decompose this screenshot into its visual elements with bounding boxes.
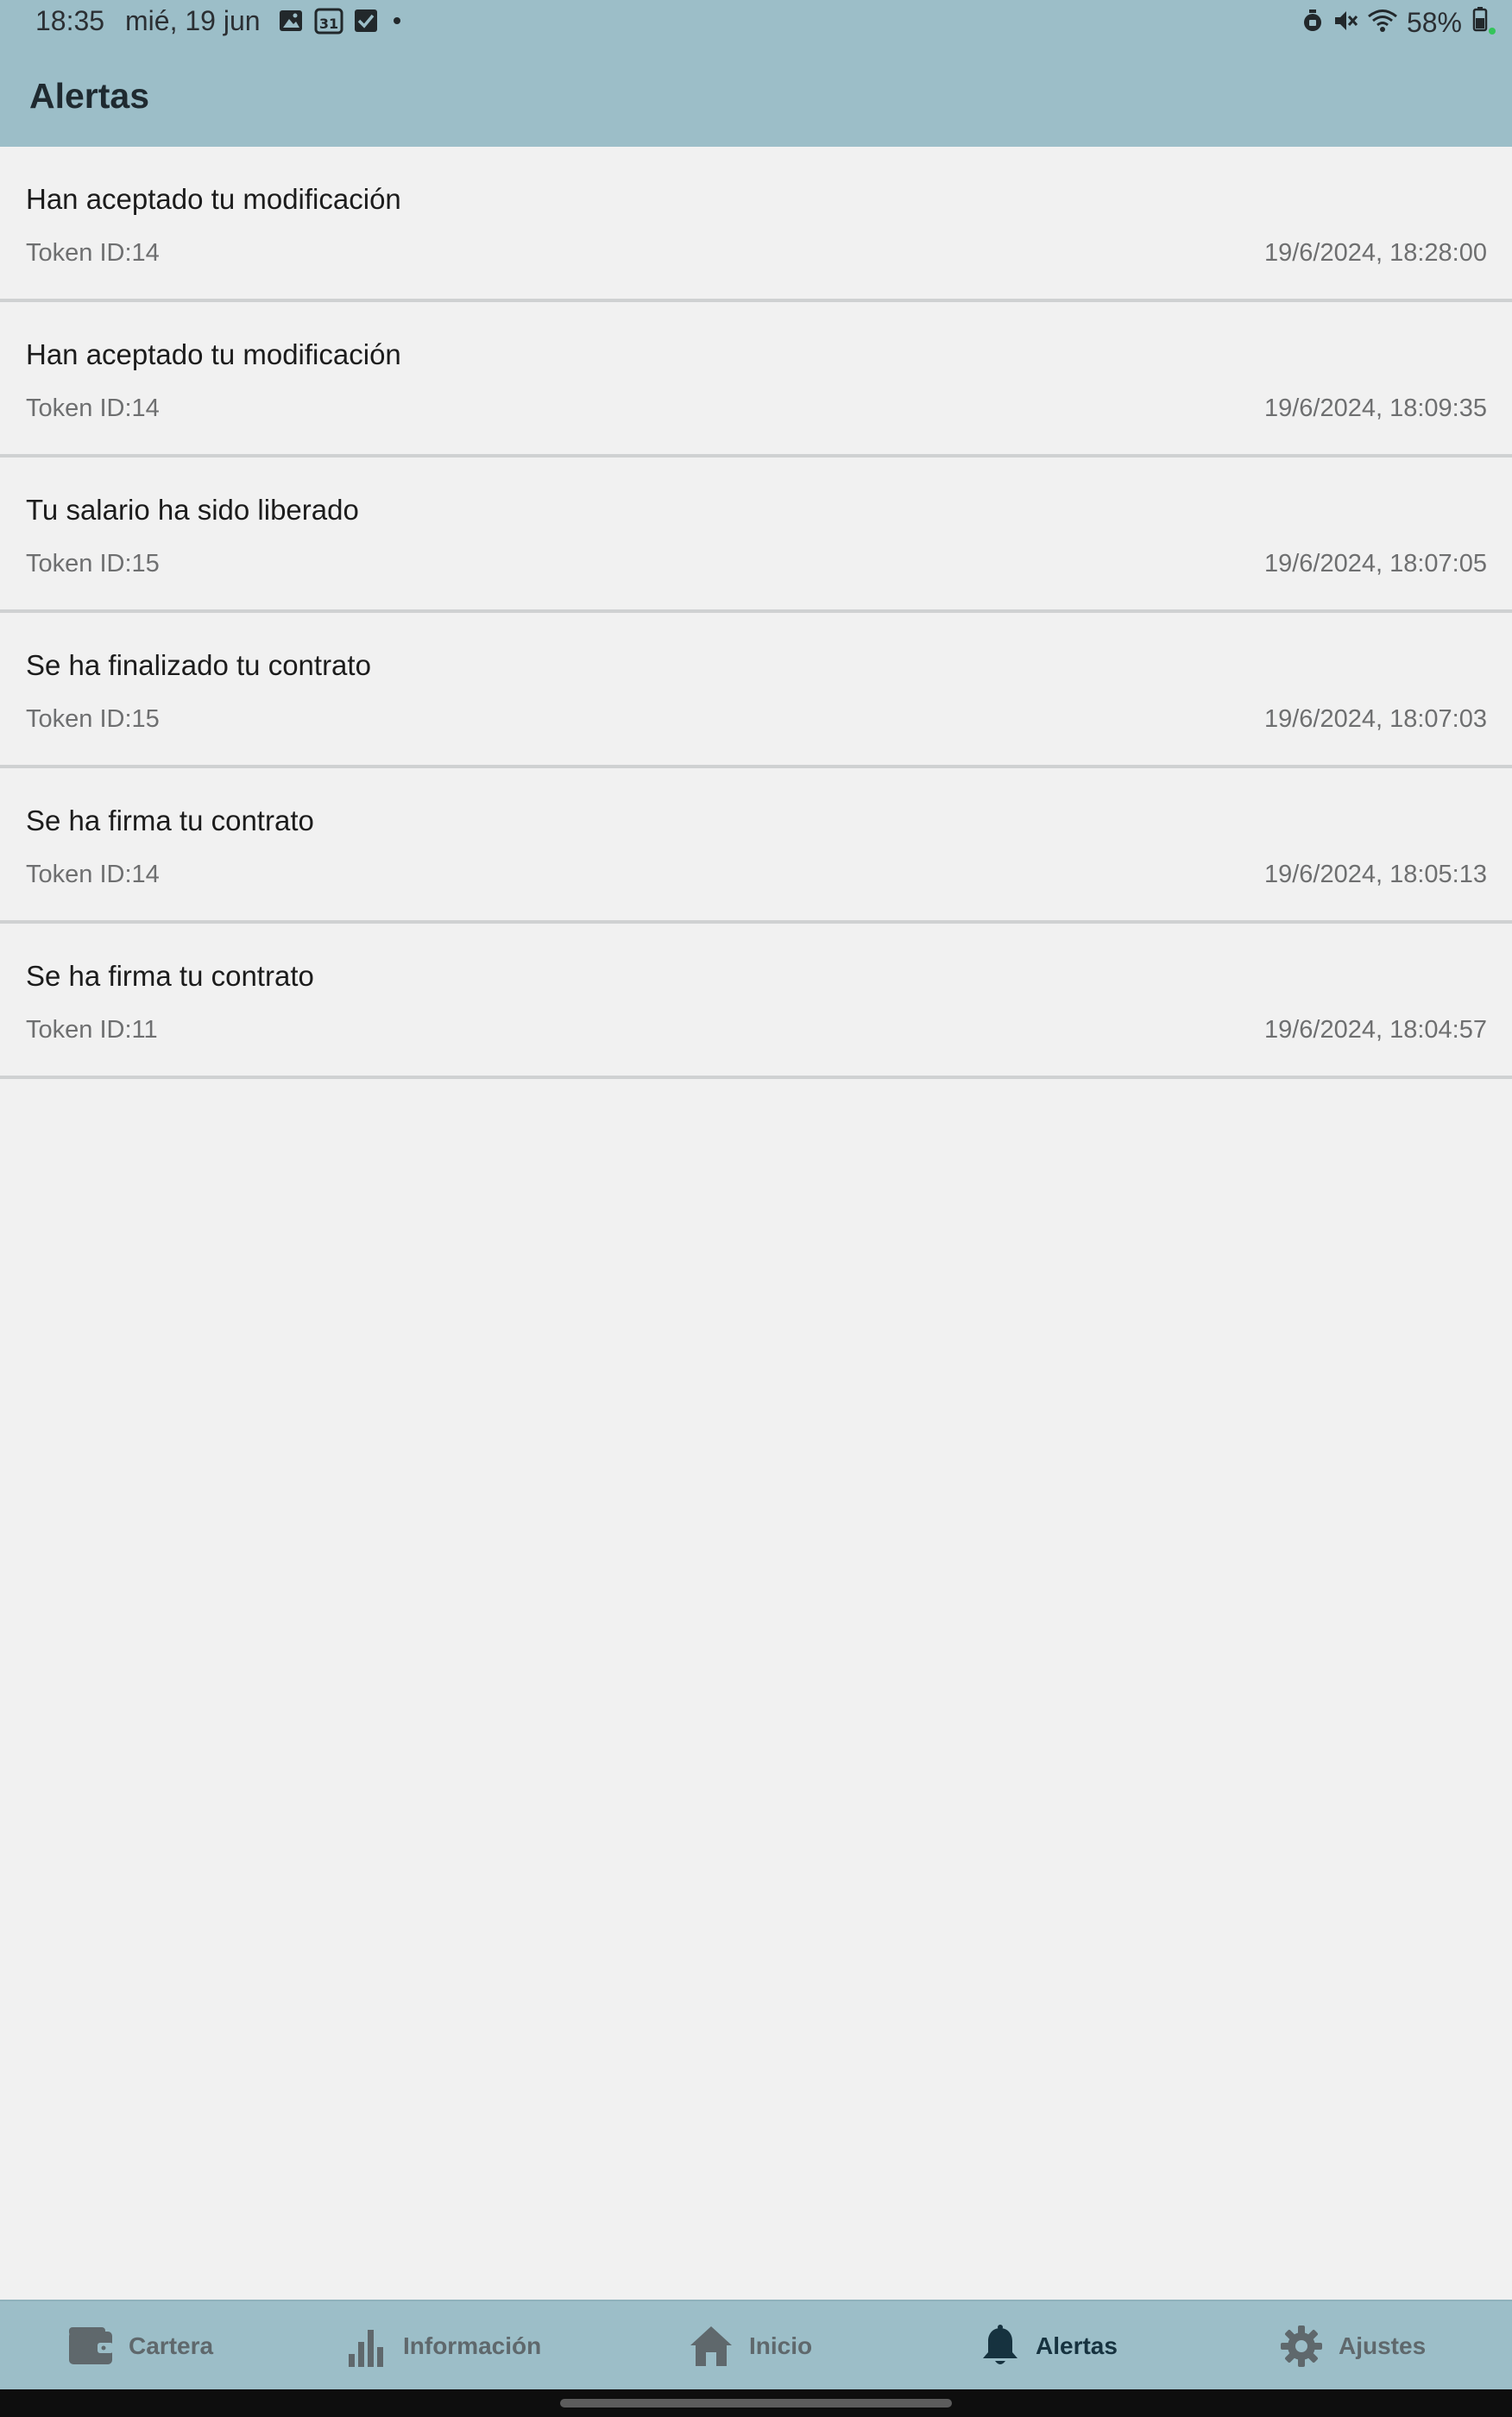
checkbox-icon — [354, 9, 378, 37]
top-bar: 18:35 mié, 19 jun 31 58% Alertas — [0, 0, 1512, 147]
nav-label-ajustes: Ajustes — [1339, 2332, 1427, 2359]
alert-token: Token ID:11 — [26, 1016, 158, 1044]
alert-title: Tu salario ha sido liberado — [26, 494, 359, 526]
mute-icon — [1332, 8, 1358, 38]
alert-datetime: 19/6/2024, 18:05:13 — [1263, 861, 1487, 888]
page-title: Alertas — [29, 76, 150, 116]
nav-label-cartera: Cartera — [129, 2332, 214, 2359]
bar-chart-icon — [348, 2325, 387, 2368]
alert-token: Token ID:15 — [26, 705, 160, 733]
alert-datetime: 19/6/2024, 18:28:00 — [1263, 239, 1487, 267]
gear-icon — [1280, 2325, 1323, 2368]
status-notification-icons: 31 — [278, 7, 406, 39]
calendar-day: 31 — [319, 16, 338, 32]
alert-token: Token ID:14 — [26, 239, 160, 267]
wifi-icon — [1367, 8, 1398, 38]
status-bar: 18:35 mié, 19 jun 31 58% — [0, 0, 1512, 45]
alert-token: Token ID:14 — [26, 861, 160, 888]
alert-title: Han aceptado tu modificación — [26, 338, 401, 370]
nav-item-cartera[interactable]: Cartera — [68, 2301, 213, 2391]
battery-percent: 58% — [1406, 6, 1462, 38]
alert-title: Se ha finalizado tu contrato — [26, 649, 371, 681]
alert-token: Token ID:14 — [26, 394, 160, 422]
dot-icon — [388, 9, 406, 37]
alert-title: Se ha firma tu contrato — [26, 805, 314, 836]
alert-datetime: 19/6/2024, 18:09:35 — [1263, 394, 1487, 422]
alert-item[interactable]: Se ha firma tu contrato Token ID:11 19/6… — [0, 924, 1512, 1079]
alert-datetime: 19/6/2024, 18:04:57 — [1263, 1016, 1487, 1044]
nav-item-informacion[interactable]: Información — [348, 2301, 541, 2391]
alert-datetime: 19/6/2024, 18:07:05 — [1263, 550, 1487, 577]
alerts-list: Han aceptado tu modificación Token ID:14… — [0, 147, 1512, 1079]
nav-label-informacion: Información — [403, 2332, 542, 2359]
nav-label-alertas: Alertas — [1036, 2332, 1118, 2359]
alert-item[interactable]: Tu salario ha sido liberado Token ID:15 … — [0, 458, 1512, 613]
status-system-icons: 58% — [1301, 6, 1496, 40]
alert-token: Token ID:15 — [26, 550, 160, 577]
status-date: mié, 19 jun — [125, 5, 261, 36]
gesture-bar — [0, 2389, 1512, 2417]
nav-label-inicio: Inicio — [749, 2332, 813, 2359]
bell-icon — [980, 2325, 1020, 2368]
status-time: 18:35 — [35, 5, 105, 36]
nav-item-ajustes[interactable]: Ajustes — [1280, 2301, 1426, 2391]
alert-title: Se ha firma tu contrato — [26, 960, 314, 992]
battery-icon — [1471, 6, 1496, 40]
nav-item-alertas[interactable]: Alertas — [980, 2301, 1118, 2391]
alert-title: Han aceptado tu modificación — [26, 183, 401, 215]
alert-item[interactable]: Han aceptado tu modificación Token ID:14… — [0, 147, 1512, 302]
alert-item[interactable]: Han aceptado tu modificación Token ID:14… — [0, 302, 1512, 458]
alert-datetime: 19/6/2024, 18:07:03 — [1263, 705, 1487, 733]
alert-item[interactable]: Se ha firma tu contrato Token ID:14 19/6… — [0, 768, 1512, 924]
gesture-handle[interactable] — [560, 2399, 952, 2408]
calendar-icon: 31 — [314, 7, 343, 39]
bottom-navigation: Cartera Información Inicio Alertas Ajust… — [0, 2300, 1512, 2391]
alert-item[interactable]: Se ha finalizado tu contrato Token ID:15… — [0, 613, 1512, 768]
alarm-icon — [1301, 8, 1324, 38]
wallet-icon — [68, 2326, 113, 2366]
nav-item-inicio[interactable]: Inicio — [689, 2301, 812, 2391]
gallery-icon — [278, 8, 304, 38]
home-icon — [689, 2325, 734, 2368]
